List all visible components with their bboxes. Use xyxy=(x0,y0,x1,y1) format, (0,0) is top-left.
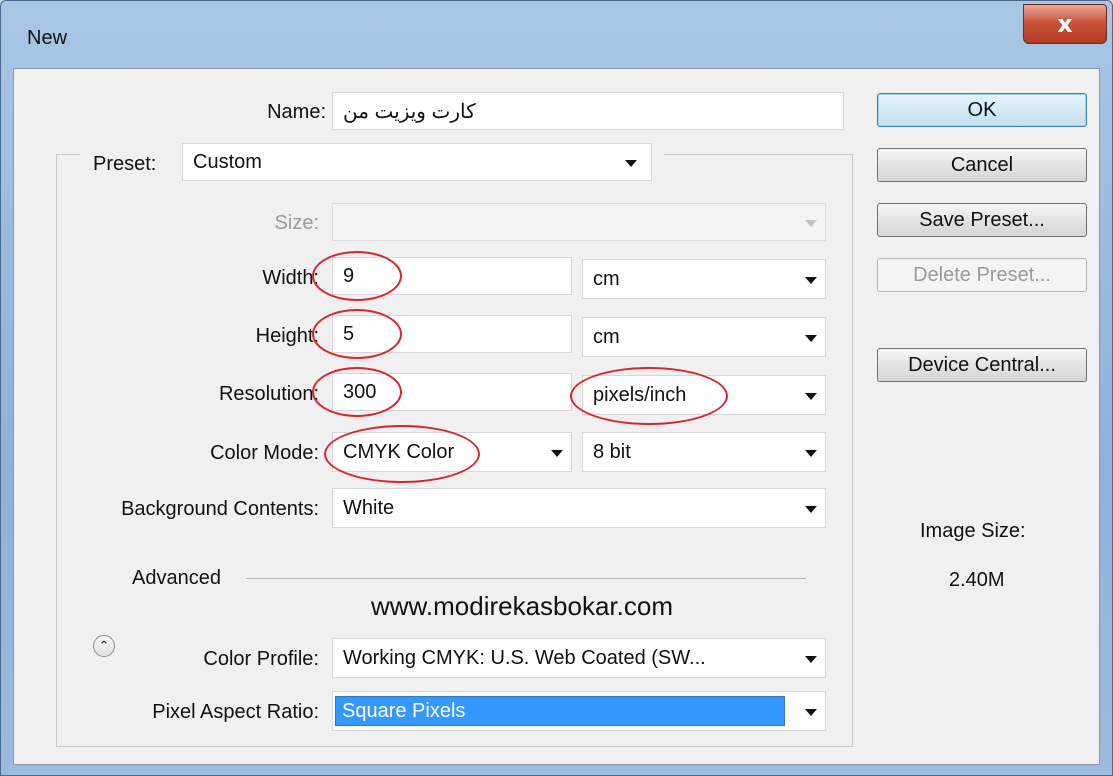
name-value: کارت ویزیت من xyxy=(343,100,476,123)
advanced-collapse-toggle[interactable]: ⌃ xyxy=(93,635,115,657)
preset-label: Preset: xyxy=(93,153,157,175)
chevron-down-icon xyxy=(805,220,817,227)
name-label: Name: xyxy=(267,101,326,123)
height-unit-select[interactable]: cm xyxy=(582,317,826,357)
color-profile-value: Working CMYK: U.S. Web Coated (SW... xyxy=(343,646,706,669)
pixel-aspect-ratio-select[interactable]: Square Pixels xyxy=(332,691,826,731)
cancel-button[interactable]: Cancel xyxy=(877,148,1087,182)
color-profile-select[interactable]: Working CMYK: U.S. Web Coated (SW... xyxy=(332,638,826,678)
size-label: Size: xyxy=(274,212,319,234)
close-icon: x xyxy=(1057,10,1073,38)
height-value: 5 xyxy=(343,322,355,345)
delete-preset-button: Delete Preset... xyxy=(877,258,1087,292)
resolution-unit-value: pixels/inch xyxy=(593,383,687,406)
advanced-label: Advanced xyxy=(132,567,221,589)
close-button[interactable]: x xyxy=(1023,4,1107,44)
group-border-left-top xyxy=(56,154,80,155)
color-mode-value: CMYK Color xyxy=(343,440,455,463)
dialog-body: Name: کارت ویزیت من Preset: Custom Size:… xyxy=(13,68,1100,765)
width-value: 9 xyxy=(343,264,355,287)
height-label: Height: xyxy=(255,325,319,347)
chevron-down-icon xyxy=(551,450,563,457)
resolution-unit-select[interactable]: pixels/inch xyxy=(582,375,826,415)
resolution-label: Resolution: xyxy=(218,383,319,405)
group-border-right-top xyxy=(664,154,852,155)
pixel-aspect-ratio-label: Pixel Aspect Ratio: xyxy=(152,701,319,723)
background-contents-label: Background Contents: xyxy=(121,498,319,520)
device-central-button[interactable]: Device Central... xyxy=(877,348,1087,382)
chevron-down-icon xyxy=(805,335,817,342)
window-title: New xyxy=(27,27,68,49)
width-unit-value: cm xyxy=(593,267,620,290)
ok-button[interactable]: OK xyxy=(877,93,1087,127)
resolution-value: 300 xyxy=(343,380,377,403)
chevron-down-icon xyxy=(805,656,817,663)
pixel-aspect-ratio-value: Square Pixels xyxy=(335,696,785,726)
color-mode-label: Color Mode: xyxy=(210,442,319,464)
group-border-bottom xyxy=(56,746,853,747)
width-unit-select[interactable]: cm xyxy=(582,259,826,299)
group-border-right xyxy=(852,154,853,746)
resolution-input[interactable]: 300 xyxy=(332,373,572,411)
background-contents-select[interactable]: White xyxy=(332,488,826,528)
image-size-label: Image Size: xyxy=(920,520,1026,542)
double-chevron-up-icon: ⌃ xyxy=(98,638,110,653)
group-border-left xyxy=(56,154,57,746)
color-mode-select[interactable]: CMYK Color xyxy=(332,432,572,472)
save-preset-button[interactable]: Save Preset... xyxy=(877,203,1087,237)
width-input[interactable]: 9 xyxy=(332,257,572,295)
bit-depth-value: 8 bit xyxy=(593,440,631,463)
chevron-down-icon xyxy=(805,506,817,513)
chevron-down-icon xyxy=(805,393,817,400)
bit-depth-select[interactable]: 8 bit xyxy=(582,432,826,472)
height-unit-value: cm xyxy=(593,325,620,348)
width-label: Width: xyxy=(262,267,319,289)
size-select xyxy=(332,203,826,241)
name-input[interactable]: کارت ویزیت من xyxy=(332,92,844,130)
chevron-down-icon xyxy=(805,450,817,457)
new-document-dialog: New x Name: کارت ویزیت من Preset: Custom… xyxy=(0,0,1113,776)
image-size-value: 2.40M xyxy=(949,569,1005,591)
watermark-text: www.modirekasbokar.com xyxy=(371,591,673,621)
chevron-down-icon xyxy=(625,160,637,167)
chevron-down-icon xyxy=(805,709,817,716)
advanced-divider xyxy=(246,578,806,579)
height-input[interactable]: 5 xyxy=(332,315,572,353)
preset-select[interactable]: Custom xyxy=(182,143,652,181)
preset-value: Custom xyxy=(193,150,262,173)
chevron-down-icon xyxy=(805,277,817,284)
background-contents-value: White xyxy=(343,496,395,519)
color-profile-label: Color Profile: xyxy=(203,648,319,670)
